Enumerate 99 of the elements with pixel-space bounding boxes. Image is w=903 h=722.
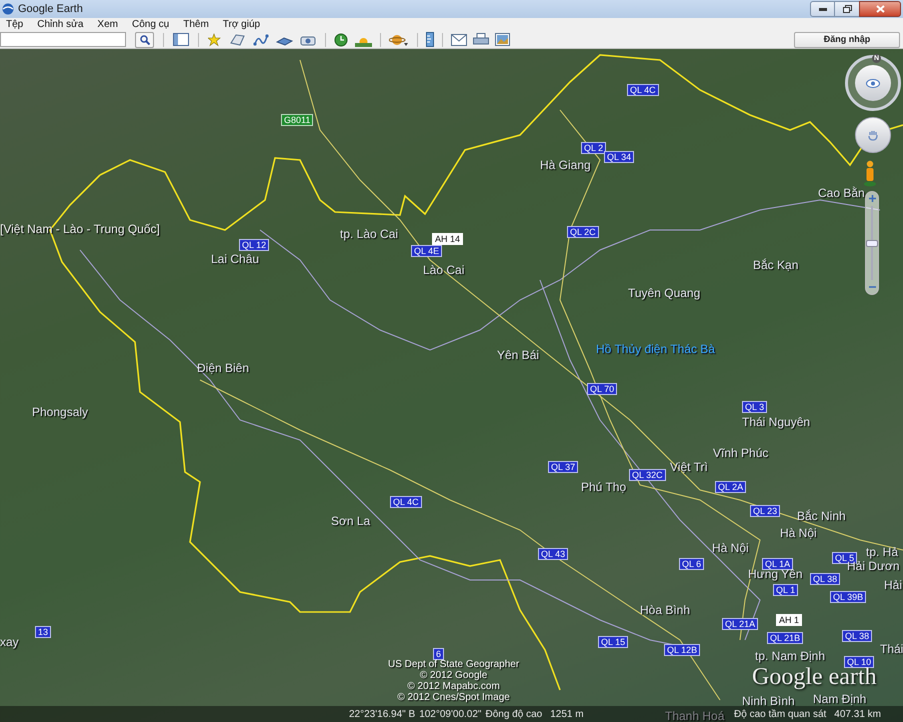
eye-altitude-value: 407.31 km <box>834 708 881 722</box>
road-shield: QL 1 <box>773 584 798 596</box>
attribution-text: © 2012 Mapabc.com <box>407 681 500 692</box>
place-label: Lai Châu <box>211 252 260 266</box>
place-label: Hà Nội <box>712 541 749 555</box>
minimize-button[interactable] <box>810 1 835 17</box>
sign-in-button[interactable]: Đăng nhập <box>794 32 900 48</box>
place-label: Bắc Ninh <box>797 509 846 523</box>
zoom-slider[interactable] <box>865 191 879 295</box>
close-icon <box>876 5 884 13</box>
road-shield: QL 15 <box>598 636 628 648</box>
place-label: Tuyên Quang <box>628 286 700 300</box>
place-label: Thanh Hoá <box>665 709 724 722</box>
road-shield: QL 32C <box>629 469 666 481</box>
road-shield: QL 4C <box>390 496 422 508</box>
road-shield: QL 21A <box>722 618 758 630</box>
place-label: Sơn La <box>331 514 370 528</box>
minimize-icon <box>818 8 826 10</box>
elevation-value: 1251 m <box>550 708 584 722</box>
road-shield: QL 21B <box>767 632 804 644</box>
longitude-text: 102°09'00.02" <box>419 708 482 722</box>
place-label: Hải <box>884 578 902 592</box>
road-shield: QL 2 <box>581 142 606 154</box>
place-label: Phongsaly <box>32 405 88 419</box>
restore-icon <box>842 5 852 13</box>
picture-icon[interactable] <box>495 33 510 46</box>
road-shield: QL 34 <box>604 151 634 163</box>
road-shield: QL 37 <box>548 461 578 473</box>
road-shield: QL 12B <box>664 644 700 656</box>
latitude-text: 22°23'16.94" B <box>349 708 416 722</box>
road-shield: G8011 <box>281 114 314 126</box>
place-label: Hòa Bình <box>640 603 690 617</box>
place-label: Bắc Kạn <box>753 258 798 272</box>
search-icon <box>140 34 150 44</box>
place-label: Thái <box>880 642 903 656</box>
elevation-label: Đông độ cao <box>485 708 542 722</box>
menu-item[interactable]: Tệp <box>6 18 24 30</box>
attribution-text: © 2012 Cnes/Spot Image <box>397 692 510 703</box>
path-icon[interactable] <box>253 32 269 46</box>
road-shield: QL 2A <box>715 481 746 493</box>
globe-icon <box>2 3 14 15</box>
place-label: tp. Hả <box>866 545 898 559</box>
place-label: Cao Bằn <box>818 186 865 200</box>
place-label: Ninh Bình <box>742 694 795 708</box>
road-shield: QL 3 <box>742 401 768 413</box>
close-button[interactable] <box>859 1 901 17</box>
place-label: Vĩnh Phúc <box>713 446 768 460</box>
place-label: Thái Nguyên <box>742 415 810 429</box>
search-button[interactable] <box>135 32 154 48</box>
road-shield: QL 6 <box>679 558 704 570</box>
printer-icon[interactable] <box>473 33 489 46</box>
place-label: tp. Nam Định <box>755 649 826 663</box>
menu-item[interactable]: Công cụ <box>132 18 170 30</box>
zoom-in-icon[interactable] <box>869 195 876 202</box>
road-shield: QL 38 <box>810 573 840 585</box>
place-label: Hà Giang <box>540 158 591 172</box>
star-pin-icon[interactable] <box>208 32 223 46</box>
menu-item[interactable]: Thêm <box>183 18 209 30</box>
menu-item[interactable]: Xem <box>97 18 118 30</box>
road-shield: QL 39B <box>830 591 866 603</box>
zoom-out-icon[interactable] <box>869 285 876 289</box>
planet-icon[interactable] <box>389 32 409 46</box>
clock-icon[interactable] <box>334 32 348 46</box>
place-label: Nam Định <box>813 692 866 706</box>
road-shield: QL 70 <box>587 383 618 395</box>
search-field[interactable] <box>0 32 126 47</box>
eye-altitude-label: Độ cao tầm quan sát <box>734 708 826 722</box>
road-shield: QL 38 <box>842 630 872 642</box>
road-shield: QL 43 <box>538 548 568 560</box>
road-shield: AH 14 <box>432 233 464 245</box>
menu-item[interactable]: Chỉnh sửa <box>37 18 84 30</box>
hand-icon <box>868 130 878 140</box>
place-label: Phú Thọ <box>581 480 626 494</box>
lake-label: Hồ Thủy điện Thác Bà <box>596 342 715 356</box>
road-shield: QL 1A <box>762 558 794 570</box>
place-label: tp. Lào Cai <box>340 227 398 241</box>
road-shield: QL 2C <box>567 226 599 238</box>
place-label: Hà Nội <box>780 526 817 540</box>
envelope-icon[interactable] <box>451 34 467 46</box>
menu-item[interactable]: Trợ giúp <box>222 18 260 30</box>
place-label: Yên Bái <box>497 348 540 362</box>
road-shield: QL 4E <box>411 245 442 257</box>
eye-icon <box>866 78 880 88</box>
road-shield: QL 23 <box>750 505 780 517</box>
road-shield: AH 1 <box>776 614 802 626</box>
ruler-icon[interactable] <box>426 32 434 47</box>
sidebar-icon[interactable] <box>173 33 189 46</box>
road-shield: QL 12 <box>239 239 270 251</box>
maximize-button[interactable] <box>835 1 859 17</box>
road-shield: 13 <box>35 626 52 638</box>
road-shield: QL 4C <box>627 84 659 96</box>
place-label: Điện Biên <box>197 361 250 375</box>
pegman-icon[interactable] <box>863 160 877 187</box>
place-label: Lào Cai <box>423 263 464 277</box>
place-label: xay <box>0 635 19 649</box>
attribution-text: US Dept of State Geographer <box>388 659 520 670</box>
attribution-text: © 2012 Google <box>420 670 488 681</box>
window-title: Google Earth <box>18 2 83 17</box>
road-shield: 6 <box>433 648 444 660</box>
